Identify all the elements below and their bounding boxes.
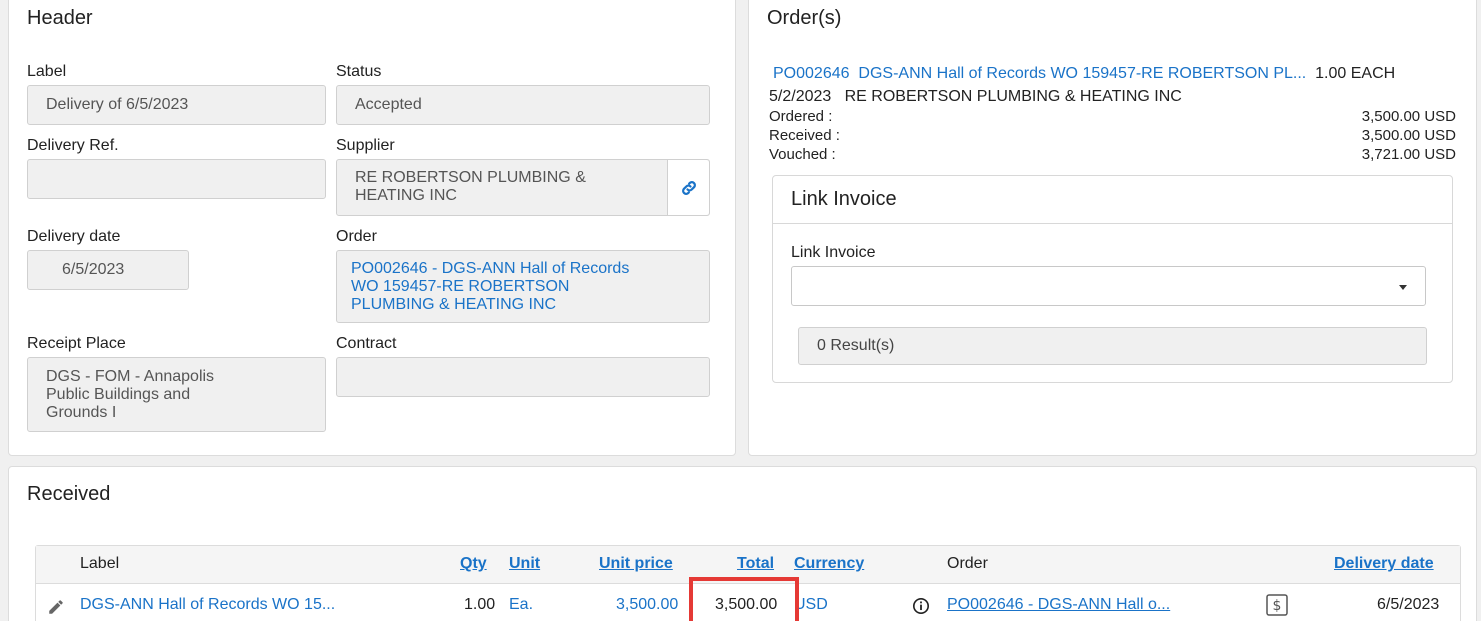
col-label: Label: [80, 555, 120, 572]
header-panel: Header Label Delivery of 6/5/2023 Status…: [8, 0, 736, 456]
order-qty-unit: 1.00 EACH: [1315, 65, 1396, 82]
vouched-value: 3,721.00 USD: [1361, 146, 1456, 163]
col-delivery-date[interactable]: Delivery date: [1334, 555, 1434, 573]
delivery-ref-field[interactable]: [27, 159, 326, 199]
col-unit[interactable]: Unit: [509, 555, 540, 573]
contract-field[interactable]: [336, 357, 710, 397]
order-summary-line: PO002646 DGS-ANN Hall of Records WO 1594…: [773, 65, 1395, 83]
delivery-date-value: 6/5/2023: [62, 261, 125, 278]
order-link-line3[interactable]: PLUMBING & HEATING INC: [351, 296, 556, 314]
order-po-link[interactable]: PO002646: [773, 65, 850, 82]
supplier-field[interactable]: RE ROBERTSON PLUMBING & HEATING INC: [336, 159, 710, 216]
link-invoice-select[interactable]: [791, 266, 1426, 306]
row-delivery-date: 6/5/2023: [1377, 596, 1440, 613]
ordered-value: 3,500.00 USD: [1361, 108, 1456, 125]
label-value: Delivery of 6/5/2023: [46, 96, 189, 113]
orders-panel: Order(s) PO002646 DGS-ANN Hall of Record…: [748, 0, 1477, 456]
order-field[interactable]: PO002646 - DGS-ANN Hall of Records WO 15…: [336, 250, 710, 323]
link-icon: [681, 180, 696, 195]
header-title: Header: [27, 7, 93, 29]
orders-title: Order(s): [767, 7, 842, 29]
status-field[interactable]: Accepted: [336, 85, 710, 125]
delivery-ref-caption: Delivery Ref.: [27, 137, 119, 154]
row-label-link[interactable]: DGS-ANN Hall of Records WO 15...: [80, 596, 335, 614]
receipt-place-line2: Public Buildings and: [46, 386, 191, 403]
status-caption: Status: [336, 63, 382, 80]
total-highlight-box: [689, 577, 799, 621]
row-order-link[interactable]: PO002646 - DGS-ANN Hall o...: [947, 596, 1170, 614]
delivery-date-field[interactable]: 6/5/2023: [27, 250, 189, 290]
link-invoice-title: Link Invoice: [791, 188, 897, 210]
info-icon[interactable]: [912, 597, 930, 615]
received-title: Received: [27, 483, 111, 505]
order-link-line2[interactable]: WO 159457-RE ROBERTSON: [351, 278, 569, 296]
col-total[interactable]: Total: [737, 555, 774, 573]
link-invoice-results-text: 0 Result(s): [817, 337, 895, 354]
col-currency[interactable]: Currency: [794, 555, 864, 573]
row-qty: 1.00: [464, 596, 496, 613]
delivery-date-caption: Delivery date: [27, 228, 121, 245]
supplier-line1: RE ROBERTSON PLUMBING &: [355, 169, 586, 186]
ordered-label: Ordered :: [769, 108, 833, 125]
supplier-caption: Supplier: [336, 137, 395, 154]
supplier-line2: HEATING INC: [355, 187, 457, 204]
order-link-line1[interactable]: PO002646 - DGS-ANN Hall of Records: [351, 260, 629, 278]
link-invoice-results: 0 Result(s): [798, 327, 1427, 365]
link-invoice-header: Link Invoice: [773, 176, 1452, 224]
status-value: Accepted: [355, 96, 422, 113]
received-value: 3,500.00 USD: [1361, 127, 1456, 144]
order-date-supplier-line: 5/2/2023 RE ROBERTSON PLUMBING & HEATING…: [769, 88, 1182, 106]
receipt-place-caption: Receipt Place: [27, 335, 126, 352]
col-order: Order: [947, 555, 988, 572]
receipt-place-field[interactable]: DGS - FOM - Annapolis Public Buildings a…: [27, 357, 326, 432]
contract-caption: Contract: [336, 335, 397, 352]
row-currency[interactable]: USD: [794, 596, 828, 614]
dollar-icon[interactable]: $: [1266, 594, 1288, 616]
receipt-place-line1: DGS - FOM - Annapolis: [46, 368, 215, 385]
row-unit[interactable]: Ea.: [509, 596, 533, 614]
dropdown-caret-icon: [1399, 285, 1407, 290]
link-invoice-card: Link Invoice Link Invoice 0 Result(s): [772, 175, 1453, 383]
order-desc-link[interactable]: DGS-ANN Hall of Records WO 159457-RE ROB…: [858, 65, 1306, 82]
row-unit-price[interactable]: 3,500.00: [616, 596, 678, 614]
col-qty[interactable]: Qty: [460, 555, 487, 573]
edit-pencil-icon[interactable]: [47, 598, 65, 616]
order-supplier: RE ROBERTSON PLUMBING & HEATING INC: [844, 88, 1182, 105]
link-invoice-field-label: Link Invoice: [791, 244, 876, 261]
vouched-label: Vouched :: [769, 146, 836, 163]
label-caption: Label: [27, 63, 67, 80]
svg-text:$: $: [1273, 598, 1282, 614]
col-unit-price[interactable]: Unit price: [599, 555, 673, 573]
receipt-place-line3: Grounds I: [46, 404, 117, 421]
received-label: Received :: [769, 127, 840, 144]
order-date: 5/2/2023: [769, 88, 832, 105]
order-caption: Order: [336, 228, 377, 245]
supplier-link-button[interactable]: [667, 160, 709, 215]
label-field[interactable]: Delivery of 6/5/2023: [27, 85, 326, 125]
